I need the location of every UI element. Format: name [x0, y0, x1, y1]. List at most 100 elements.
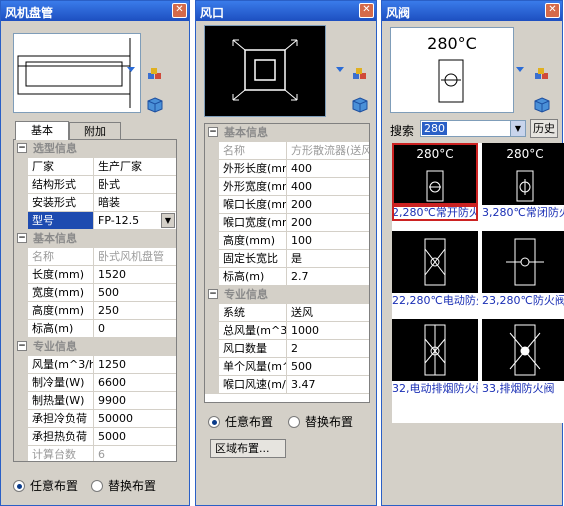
property-row[interactable]: 承担热负荷 5000 — [14, 428, 176, 446]
property-group-header[interactable]: − 专业信息 — [14, 338, 176, 356]
radio-dot[interactable] — [288, 415, 300, 428]
property-row[interactable]: 总风量(m^3/h)1000 — [205, 322, 369, 340]
property-value[interactable]: 200 — [287, 214, 369, 231]
collapse-icon[interactable]: − — [17, 341, 27, 351]
close-icon[interactable]: ✕ — [545, 3, 560, 18]
property-row[interactable]: 安装形式 暗装 — [14, 194, 176, 212]
property-row[interactable]: 长度(mm) 1520 — [14, 266, 176, 284]
property-group-header[interactable]: − 基本信息 — [205, 124, 369, 142]
property-row[interactable]: 系统 送风 — [205, 304, 369, 322]
property-row[interactable]: 标高(m) 0 — [14, 320, 176, 338]
valve-symbol-image[interactable]: 280°C — [482, 143, 564, 205]
property-value[interactable]: 50000 — [94, 410, 176, 427]
chevron-down-icon[interactable] — [334, 63, 346, 75]
property-value[interactable]: 暗装 — [94, 194, 176, 211]
property-value[interactable]: 6600 — [94, 374, 176, 391]
property-row[interactable]: 外形长度(mm)400 — [205, 160, 369, 178]
property-row[interactable]: 高度(mm) 100 — [205, 232, 369, 250]
property-value[interactable]: 卧式 — [94, 176, 176, 193]
property-row[interactable]: 宽度(mm) 500 — [14, 284, 176, 302]
property-value[interactable]: 2.7 — [287, 268, 369, 285]
valve-thumbnail[interactable]: 280°C3,280℃常闭防火阀 — [482, 143, 564, 221]
collapse-icon[interactable]: − — [17, 143, 27, 153]
3d-view-icon[interactable] — [534, 97, 550, 113]
property-row[interactable]: 外形宽度(mm)400 — [205, 178, 369, 196]
tab-basic[interactable]: 基本 — [15, 121, 69, 140]
radio-free-layout[interactable]: 任意布置 — [208, 413, 273, 430]
property-row[interactable]: 计算台数 6 — [14, 446, 176, 461]
property-row[interactable]: 单个风量(m^3/h)500 — [205, 358, 369, 376]
radio-dot[interactable] — [91, 479, 103, 492]
block-library-icon[interactable] — [534, 67, 550, 83]
property-value[interactable]: 3.47 — [287, 376, 369, 393]
property-value[interactable]: 1520 — [94, 266, 176, 283]
property-value[interactable]: 100 — [287, 232, 369, 249]
property-group-header[interactable]: − 基本信息 — [14, 230, 176, 248]
property-group-header[interactable]: − 专业信息 — [205, 286, 369, 304]
valve-symbol-image[interactable]: 280°C — [392, 143, 478, 205]
property-row[interactable]: 喉口宽度(mm)200 — [205, 214, 369, 232]
collapse-icon[interactable]: − — [208, 289, 218, 299]
property-value[interactable]: 9900 — [94, 392, 176, 409]
search-input[interactable]: 280 — [422, 122, 447, 135]
block-library-icon[interactable] — [147, 67, 163, 83]
chevron-down-icon[interactable]: ▼ — [510, 121, 525, 136]
property-row[interactable]: 结构形式 卧式 — [14, 176, 176, 194]
3d-view-icon[interactable] — [147, 97, 163, 113]
tab-extra[interactable]: 附加 — [69, 122, 121, 140]
valve-thumbnail[interactable]: 280°C2,280℃常开防火阀 — [392, 143, 478, 221]
property-row[interactable]: 厂家 生产厂家 — [14, 158, 176, 176]
valve-symbol-image[interactable] — [482, 319, 564, 381]
radio-free-layout[interactable]: 任意布置 — [13, 477, 78, 494]
property-value[interactable]: 200 — [287, 196, 369, 213]
chevron-down-icon[interactable] — [125, 63, 137, 75]
property-value[interactable]: 500 — [94, 284, 176, 301]
chevron-down-icon[interactable] — [514, 63, 526, 75]
valve-symbol-image[interactable] — [392, 231, 478, 293]
property-value[interactable]: 生产厂家 — [94, 158, 176, 175]
valve-thumbnail[interactable]: 23,280℃防火阀 — [482, 231, 564, 309]
property-value[interactable]: 2 — [287, 340, 369, 357]
property-value[interactable]: 送风 — [287, 304, 369, 321]
property-row[interactable]: 风口数量 2 — [205, 340, 369, 358]
property-row[interactable]: 高度(mm) 250 — [14, 302, 176, 320]
property-row[interactable]: 固定长宽比是 — [205, 250, 369, 268]
property-row[interactable]: 喉口风速(m/s)3.47 — [205, 376, 369, 394]
valve-thumbnail[interactable]: 32,电动排烟防火阀 — [392, 319, 478, 397]
property-row[interactable]: 名称 卧式风机盘管 — [14, 248, 176, 266]
valve-thumbnail[interactable]: 22,280℃电动防火阀 — [392, 231, 478, 309]
property-value[interactable]: 是 — [287, 250, 369, 267]
block-library-icon[interactable] — [352, 67, 368, 83]
property-value[interactable]: 400 — [287, 160, 369, 177]
property-value[interactable]: 5000 — [94, 428, 176, 445]
3d-view-icon[interactable] — [352, 97, 368, 113]
close-icon[interactable]: ✕ — [359, 3, 374, 18]
property-group-header[interactable]: − 选型信息 — [14, 140, 176, 158]
property-value[interactable]: 0 — [94, 320, 176, 337]
property-row[interactable]: 风量(m^3/h) 1250 — [14, 356, 176, 374]
valve-symbol-image[interactable] — [392, 319, 478, 381]
property-value[interactable]: FP-12.5 — [94, 212, 161, 229]
history-button[interactable]: 历史 — [530, 119, 558, 138]
property-value[interactable]: 6 — [94, 446, 176, 461]
radio-dot-selected[interactable] — [13, 479, 25, 492]
radio-replace-layout[interactable]: 替换布置 — [91, 477, 156, 494]
property-row[interactable]: 承担冷负荷 50000 — [14, 410, 176, 428]
property-value[interactable]: 500 — [287, 358, 369, 375]
property-row[interactable]: 喉口长度(mm)200 — [205, 196, 369, 214]
collapse-icon[interactable]: − — [208, 127, 218, 137]
property-value[interactable]: 1250 — [94, 356, 176, 373]
chevron-down-icon[interactable]: ▼ — [161, 213, 175, 228]
collapse-icon[interactable]: − — [17, 233, 27, 243]
radio-replace-layout[interactable]: 替换布置 — [288, 413, 353, 430]
radio-dot-selected[interactable] — [208, 415, 220, 428]
property-row[interactable]: 制冷量(W) 6600 — [14, 374, 176, 392]
property-row[interactable]: 标高(m) 2.7 — [205, 268, 369, 286]
property-value[interactable]: 250 — [94, 302, 176, 319]
property-value[interactable]: 卧式风机盘管 — [94, 248, 176, 265]
close-icon[interactable]: ✕ — [172, 3, 187, 18]
valve-symbol-image[interactable] — [482, 231, 564, 293]
valve-thumbnail[interactable]: 33,排烟防火阀 — [482, 319, 564, 397]
area-layout-button[interactable]: 区域布置... — [210, 439, 286, 458]
search-combo[interactable]: 280 ▼ — [420, 120, 526, 137]
